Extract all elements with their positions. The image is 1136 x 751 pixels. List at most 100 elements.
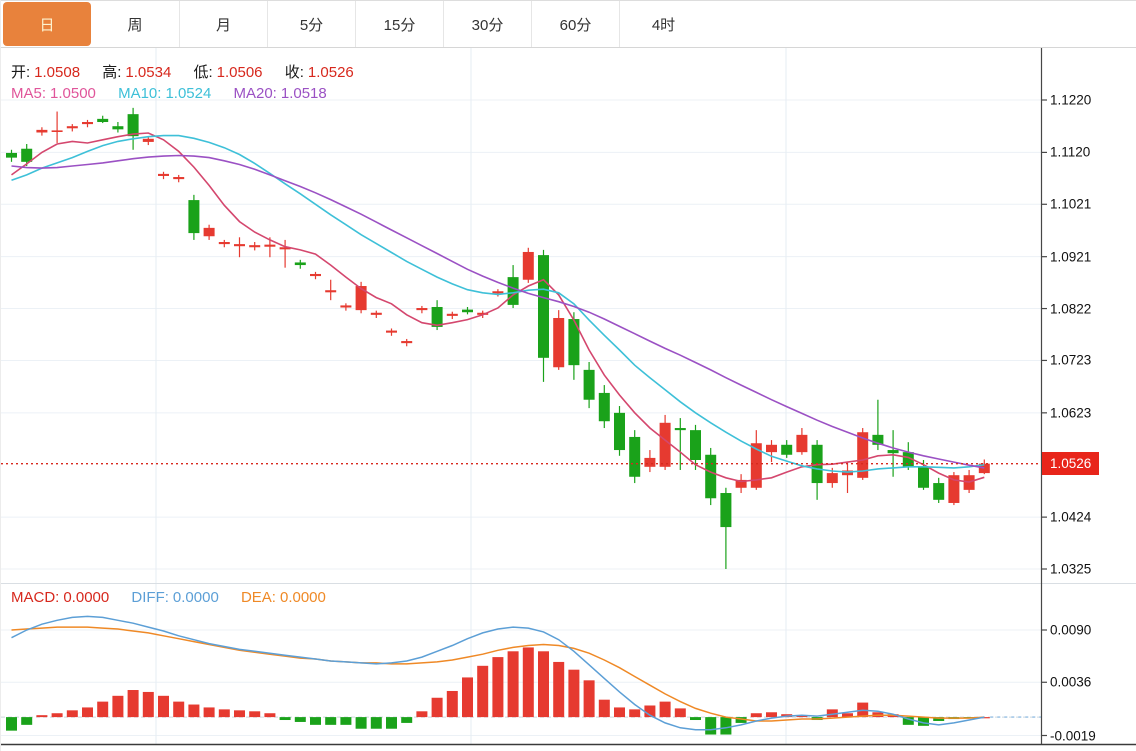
- candle-body: [173, 177, 184, 179]
- candle-body: [462, 310, 473, 313]
- candle-body: [143, 139, 154, 142]
- ma20-line: [12, 156, 985, 468]
- candle-down: [888, 430, 899, 477]
- candle-body: [599, 393, 610, 421]
- macd-bar: [280, 717, 291, 720]
- candle-body: [340, 305, 351, 307]
- candle-body: [52, 130, 63, 132]
- candle-body: [629, 437, 640, 477]
- candle-up: [553, 310, 564, 370]
- candle-up: [416, 306, 427, 313]
- macd-bar: [21, 717, 32, 725]
- candle-body: [204, 228, 215, 236]
- diff-value: 0.0000: [173, 589, 219, 606]
- candle-down: [599, 385, 610, 428]
- macd-bar: [553, 662, 564, 717]
- candle-body: [82, 122, 93, 124]
- candle-down: [97, 116, 108, 123]
- trading-chart-app: 日 周 月 5分 15分 30分 60分 4时 开:1.0508 高:1.053…: [0, 0, 1136, 751]
- macd-bar: [508, 651, 519, 717]
- price-axis-label: 1.1021: [1050, 197, 1091, 212]
- ma10-value: 1.0524: [165, 85, 211, 102]
- macd-bar: [143, 692, 154, 717]
- macd-bar: [599, 700, 610, 717]
- candle-down: [128, 108, 139, 150]
- macd-bar: [234, 710, 245, 717]
- candle-down: [295, 260, 306, 269]
- macd-bar: [158, 696, 169, 717]
- macd-bar: [82, 707, 93, 717]
- candle-up: [796, 428, 807, 455]
- close-value: 1.0526: [308, 64, 354, 81]
- macd-bar: [386, 717, 397, 729]
- close-label: 收:: [285, 64, 304, 81]
- macd-bar: [401, 717, 412, 723]
- macd-label: MACD:: [11, 589, 59, 606]
- macd-bar: [6, 717, 17, 731]
- macd-bar: [67, 710, 78, 717]
- candle-down: [188, 195, 199, 240]
- candle-body: [660, 423, 671, 467]
- macd-bar: [173, 702, 184, 717]
- candle-body: [614, 413, 625, 450]
- candle-down: [21, 144, 32, 166]
- ma5-line: [12, 133, 985, 482]
- candle-up: [325, 280, 336, 300]
- candle-up: [948, 472, 959, 505]
- candle-body: [234, 244, 245, 246]
- candle-up: [234, 237, 245, 257]
- candle-body: [705, 455, 716, 498]
- candle-body: [508, 277, 519, 305]
- candle-body: [796, 435, 807, 452]
- candle-down: [584, 362, 595, 408]
- candle-body: [219, 242, 230, 244]
- candle-up: [158, 172, 169, 179]
- gridlines: [1, 48, 1041, 744]
- price-axis-label: 1.0325: [1050, 562, 1091, 577]
- candle-up: [310, 272, 321, 279]
- open-value: 1.0508: [34, 64, 80, 81]
- macd-bar: [538, 651, 549, 717]
- candle-body: [675, 428, 686, 430]
- dea-label: DEA:: [241, 589, 276, 606]
- macd-bar: [295, 717, 306, 722]
- price-axis-label: 1.0623: [1050, 405, 1091, 420]
- ohlc-readout: 开:1.0508 高:1.0534 低:1.0506 收:1.0526: [11, 61, 372, 82]
- macd-bar: [219, 709, 230, 717]
- macd-bar: [477, 666, 488, 717]
- open-label: 开:: [11, 64, 30, 81]
- candle-body: [356, 286, 367, 310]
- candle-up: [204, 225, 215, 240]
- candle-body: [492, 291, 503, 293]
- candle-up: [52, 112, 63, 143]
- candle-down: [6, 150, 17, 162]
- macd-bar: [356, 717, 367, 729]
- macd-bar: [660, 702, 671, 717]
- candle-down: [568, 312, 579, 380]
- candle-up: [447, 312, 458, 319]
- candle-down: [629, 430, 640, 483]
- ma20-label: MA20:: [234, 85, 277, 102]
- diff-label: DIFF:: [131, 589, 169, 606]
- macd-histogram: [6, 647, 990, 734]
- candle-up: [842, 462, 853, 493]
- candle-down: [705, 448, 716, 505]
- candle-up: [523, 248, 534, 283]
- candle-body: [553, 318, 564, 367]
- macd-bar: [325, 717, 336, 725]
- macd-bar: [751, 713, 762, 717]
- macd-axis-label: 0.0036: [1050, 675, 1091, 690]
- high-value: 1.0534: [125, 64, 171, 81]
- current-price-badge: 1.0526: [1042, 452, 1099, 475]
- price-axis-label: 1.0822: [1050, 301, 1091, 316]
- macd-bar: [629, 709, 640, 717]
- ma5-label: MA5:: [11, 85, 46, 102]
- candle-body: [325, 290, 336, 292]
- candle-body: [888, 450, 899, 453]
- macd-bar: [447, 691, 458, 717]
- candle-body: [310, 274, 321, 276]
- candle-body: [827, 473, 838, 483]
- candle-up: [766, 440, 777, 462]
- candle-body: [644, 458, 655, 467]
- candle-body: [781, 445, 792, 455]
